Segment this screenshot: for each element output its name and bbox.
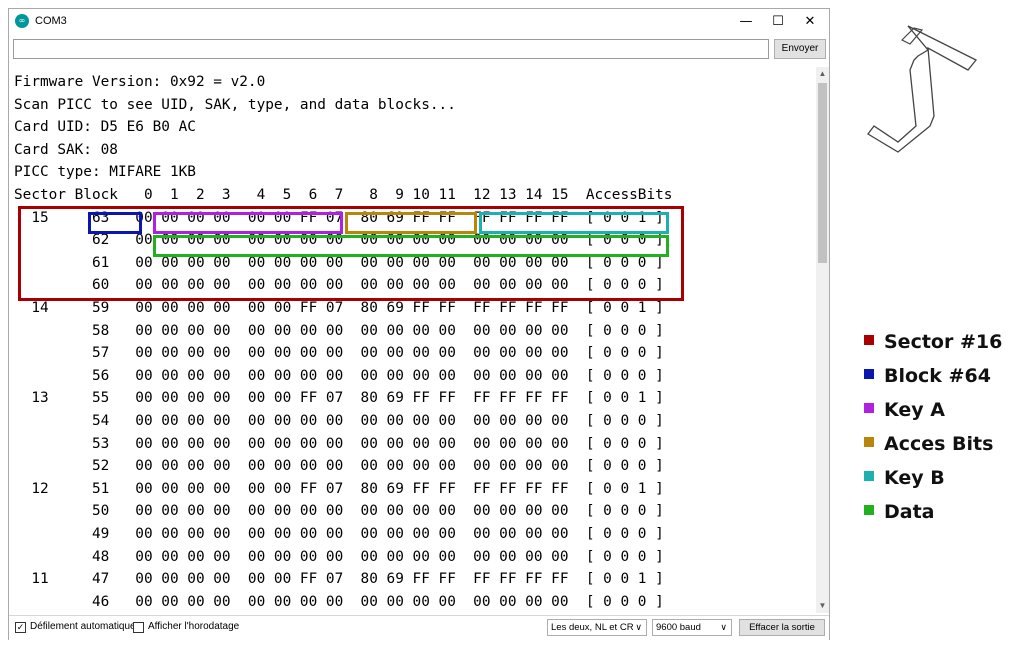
legend-label: Data (884, 501, 935, 523)
access-bits-highlight (345, 212, 477, 234)
scroll-thumb[interactable] (818, 83, 827, 263)
legend-swatch (864, 471, 874, 481)
clear-output-button[interactable]: Effacer la sortie (739, 619, 825, 636)
autoscroll-label: Défilement automatique (30, 621, 136, 632)
baud-rate-select[interactable]: 9600 baud ∨ (652, 619, 732, 636)
console-line: PICC type: MIFARE 1KB (14, 164, 196, 181)
baud-rate-value: 9600 baud (656, 622, 701, 633)
console-line: 13 55 00 00 00 00 00 00 FF 07 80 69 FF F… (14, 390, 664, 407)
serial-monitor-window: ∞ COM3 — ☐ ✕ Envoyer Firmware Version: 0… (8, 8, 830, 640)
scroll-up-icon[interactable]: ▲ (816, 67, 829, 81)
line-ending-value: Les deux, NL et CR (551, 622, 634, 633)
legend-swatch (864, 403, 874, 413)
close-button[interactable]: ✕ (795, 11, 825, 33)
status-bar: ✓ Défilement automatique Afficher l'horo… (9, 615, 829, 640)
minimize-button[interactable]: — (731, 11, 761, 33)
console-line: 11 47 00 00 00 00 00 00 FF 07 80 69 FF F… (14, 571, 664, 588)
maximize-button[interactable]: ☐ (763, 11, 793, 33)
logo-icon (867, 25, 978, 153)
title-bar: ∞ COM3 — ☐ ✕ (9, 9, 829, 35)
timestamp-label: Afficher l'horodatage (148, 621, 240, 632)
window-title: COM3 (35, 15, 67, 27)
console-line: 48 00 00 00 00 00 00 00 00 00 00 00 00 0… (14, 548, 664, 565)
legend-swatch (864, 369, 874, 379)
legend-swatch (864, 505, 874, 515)
arduino-icon: ∞ (15, 14, 29, 28)
console-line: 58 00 00 00 00 00 00 00 00 00 00 00 00 0… (14, 322, 664, 339)
key-a-highlight (153, 212, 343, 234)
console-line: 54 00 00 00 00 00 00 00 00 00 00 00 00 0… (14, 413, 664, 429)
console-line: Sector Block 0 1 2 3 4 5 6 7 8 9 10 11 1… (14, 187, 673, 203)
data-highlight (153, 235, 669, 257)
autoscroll-checkbox[interactable]: ✓ (15, 622, 26, 633)
line-ending-select[interactable]: Les deux, NL et CR ∨ (547, 619, 647, 636)
key-b-highlight (479, 212, 669, 234)
vertical-scrollbar[interactable]: ▲ ▼ (816, 67, 829, 613)
chevron-down-icon: ∨ (720, 622, 727, 632)
console-line: Firmware Version: 0x92 = v2.0 (14, 74, 266, 90)
send-row: Envoyer (9, 37, 829, 65)
console-line: Card SAK: 08 (14, 141, 118, 158)
legend-label: Key A (884, 399, 945, 421)
send-input[interactable] (13, 39, 769, 59)
console-line: 50 00 00 00 00 00 00 00 00 00 00 00 00 0… (14, 503, 664, 520)
console-line: Card UID: D5 E6 B0 AC (14, 119, 196, 136)
legend-label: Key B (884, 467, 945, 489)
console-line: 49 00 00 00 00 00 00 00 00 00 00 00 00 0… (14, 526, 664, 542)
chevron-down-icon: ∨ (635, 622, 642, 632)
timestamp-checkbox[interactable] (133, 622, 144, 633)
console-line: 12 51 00 00 00 00 00 00 FF 07 80 69 FF F… (14, 480, 664, 497)
legend-label: Sector #16 (884, 331, 1003, 353)
scroll-down-icon[interactable]: ▼ (816, 599, 829, 613)
console-line: 52 00 00 00 00 00 00 00 00 00 00 00 00 0… (14, 458, 664, 475)
console-line: Scan PICC to see UID, SAK, type, and dat… (14, 96, 456, 113)
console-line: 56 00 00 00 00 00 00 00 00 00 00 00 00 0… (14, 367, 664, 384)
serial-output[interactable]: Firmware Version: 0x92 = v2.0 Scan PICC t… (10, 67, 816, 613)
console-line: 53 00 00 00 00 00 00 00 00 00 00 00 00 0… (14, 435, 664, 452)
legend-swatch (864, 335, 874, 345)
send-button[interactable]: Envoyer (774, 39, 826, 59)
block-highlight (88, 212, 142, 234)
legend-label: Block #64 (884, 365, 991, 387)
legend-swatch (864, 437, 874, 447)
console-line: 46 00 00 00 00 00 00 00 00 00 00 00 00 0… (14, 593, 664, 610)
console-line: 57 00 00 00 00 00 00 00 00 00 00 00 00 0… (14, 345, 664, 362)
legend-label: Acces Bits (884, 433, 994, 455)
